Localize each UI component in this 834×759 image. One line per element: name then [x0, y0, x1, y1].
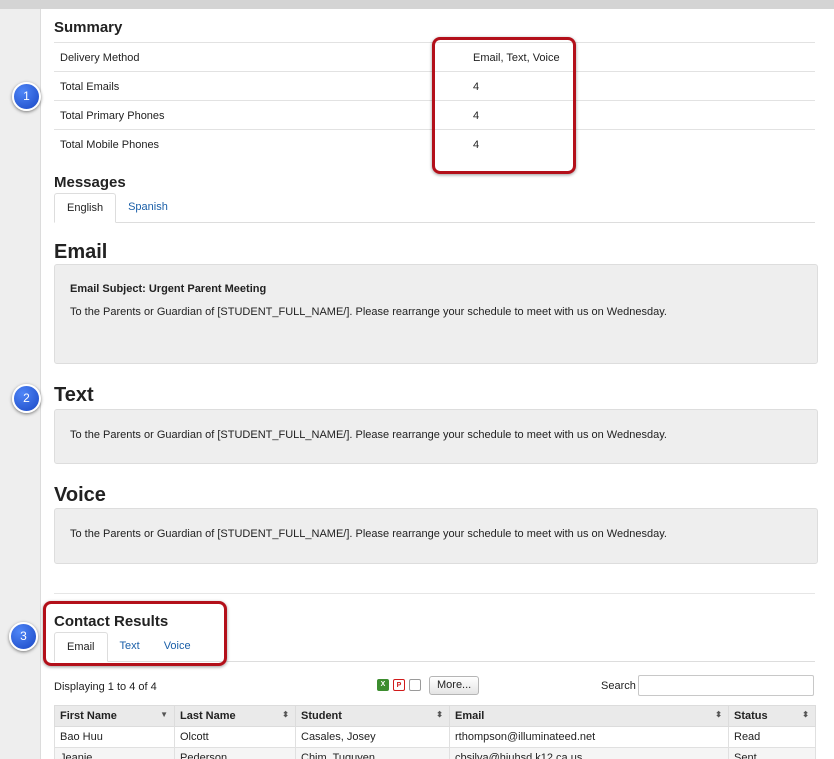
- section-divider: [54, 593, 815, 594]
- column-header-last-name[interactable]: Last Name ⬍: [174, 705, 296, 727]
- column-header-label: Email: [455, 710, 485, 722]
- cell-first-name: Bao Huu: [54, 726, 175, 748]
- email-subject: Email Subject: Urgent Parent Meeting: [70, 283, 267, 295]
- cell-student: Casales, Josey: [295, 726, 450, 748]
- cell-first-name: Jeanie: [54, 747, 175, 759]
- table-row[interactable]: Bao Huu Olcott Casales, Josey rthompson@…: [54, 726, 816, 748]
- column-header-status[interactable]: Status ⬍: [728, 705, 816, 727]
- search-input[interactable]: [638, 675, 814, 696]
- column-header-label: Last Name: [180, 710, 236, 722]
- callout-2: 2: [12, 384, 41, 413]
- email-body: To the Parents or Guardian of [STUDENT_F…: [70, 306, 667, 318]
- excel-export-icon[interactable]: X: [377, 679, 389, 691]
- text-body: To the Parents or Guardian of [STUDENT_F…: [70, 429, 667, 441]
- summary-values-highlight: [432, 37, 576, 174]
- top-bar: [0, 0, 834, 9]
- cell-email: cbsilva@hiuhsd.k12.ca.us: [449, 747, 729, 759]
- tab-spanish[interactable]: Spanish: [116, 193, 180, 221]
- cell-status: Sent: [728, 747, 816, 759]
- document-export-icon[interactable]: [409, 679, 421, 691]
- voice-body: To the Parents or Guardian of [STUDENT_F…: [70, 528, 667, 540]
- contact-results-table: First Name ▼ Last Name ⬍ Student ⬍ Email ⬍ S…: [54, 705, 816, 759]
- cell-status: Read: [728, 726, 816, 748]
- callout-1: 1: [12, 82, 41, 111]
- text-heading: Text: [54, 384, 94, 406]
- voice-message-box: To the Parents or Guardian of [STUDENT_F…: [54, 508, 818, 564]
- table-header-row: First Name ▼ Last Name ⬍ Student ⬍ Email ⬍ S…: [54, 705, 816, 727]
- sort-icon: ⬍: [282, 710, 289, 719]
- summary-label: Total Mobile Phones: [60, 139, 160, 151]
- column-header-label: First Name: [60, 710, 117, 722]
- cell-last-name: Olcott: [174, 726, 296, 748]
- cell-student: Chim, Tuquyen: [295, 747, 450, 759]
- sort-icon: ⬍: [802, 710, 809, 719]
- cell-email: rthompson@illuminateed.net: [449, 726, 729, 748]
- sort-desc-icon: ▼: [160, 710, 168, 719]
- summary-label: Total Emails: [60, 81, 120, 93]
- table-row[interactable]: Jeanie Pederson Chim, Tuquyen cbsilva@hi…: [54, 747, 816, 759]
- sort-icon: ⬍: [715, 710, 722, 719]
- displaying-count: Displaying 1 to 4 of 4: [54, 681, 157, 693]
- column-header-label: Student: [301, 710, 342, 722]
- search-label: Search: [601, 680, 636, 692]
- column-header-student[interactable]: Student ⬍: [295, 705, 450, 727]
- pdf-export-icon[interactable]: P: [393, 679, 405, 691]
- messages-title: Messages: [54, 174, 126, 191]
- cell-last-name: Pederson: [174, 747, 296, 759]
- messages-language-tabs: English Spanish: [54, 193, 815, 223]
- summary-label: Delivery Method: [60, 52, 140, 64]
- more-button[interactable]: More...: [429, 676, 480, 695]
- sort-icon: ⬍: [436, 710, 443, 719]
- summary-label: Total Primary Phones: [60, 110, 165, 122]
- callout-3: 3: [9, 622, 38, 651]
- column-header-label: Status: [734, 710, 768, 722]
- text-message-box: To the Parents or Guardian of [STUDENT_F…: [54, 409, 818, 464]
- column-header-email[interactable]: Email ⬍: [449, 705, 729, 727]
- summary-title: Summary: [54, 19, 123, 36]
- column-header-first-name[interactable]: First Name ▼: [54, 705, 175, 727]
- tab-english[interactable]: English: [54, 193, 117, 223]
- email-message-box: Email Subject: Urgent Parent Meeting To …: [54, 264, 818, 364]
- contact-results-highlight: [43, 601, 227, 666]
- voice-heading: Voice: [54, 484, 106, 506]
- email-heading: Email: [54, 241, 108, 263]
